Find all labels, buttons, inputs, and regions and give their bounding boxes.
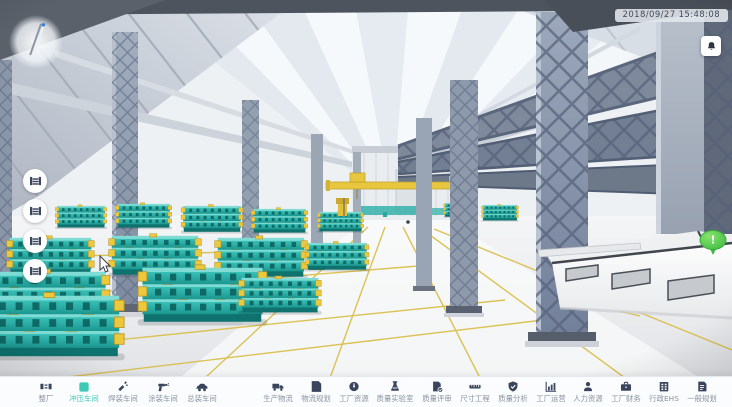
stamping-icon	[77, 380, 91, 393]
module-label: 物流规划	[301, 395, 330, 403]
module-label: 一般规划	[687, 395, 716, 403]
briefcase-icon	[619, 380, 633, 393]
tab-paint-shop[interactable]: 涂装车间	[147, 380, 179, 403]
module-label: 工厂财务	[611, 395, 640, 403]
tab-label: 总装车间	[187, 395, 216, 403]
module-label: 行政EHS	[649, 395, 679, 403]
module-label: 工厂资源	[339, 395, 368, 403]
module-quality-analysis[interactable]: 质量分析	[497, 380, 529, 403]
bottom-toolbar: 整厂 冲压车间 焊装车间 涂装车间 总装车间 生产物流 物流规划	[0, 376, 732, 407]
notification-button[interactable]	[701, 36, 721, 56]
tab-label: 涂装车间	[148, 395, 177, 403]
module-dimensional-engineering[interactable]: 尺寸工程	[459, 380, 491, 403]
gauge-icon	[347, 380, 361, 393]
module-label: 尺寸工程	[460, 395, 489, 403]
module-factory-operations[interactable]: 工厂运营	[535, 380, 567, 403]
welding-icon	[116, 380, 130, 393]
module-label: 生产物流	[263, 395, 292, 403]
tab-assembly-shop[interactable]: 总装车间	[186, 380, 218, 403]
die-view-button-3[interactable]	[23, 229, 47, 253]
module-production-logistics[interactable]: 生产物流	[262, 380, 294, 403]
ruler-icon	[468, 380, 482, 393]
module-general-planning[interactable]: 一般规划	[686, 380, 718, 403]
flask-icon	[388, 380, 402, 393]
die-stack-icon	[29, 266, 42, 277]
die-stack-icon	[29, 206, 42, 217]
bell-icon	[706, 41, 717, 52]
tab-whole-plant[interactable]: 整厂	[32, 380, 60, 403]
module-button-group: 生产物流 物流规划 工厂资源 质量实验室 质量评审 尺寸工程 质量分析 工厂运	[262, 380, 718, 403]
module-admin-ehs[interactable]: 行政EHS	[648, 380, 680, 403]
building-icon	[657, 380, 671, 393]
module-factory-finance[interactable]: 工厂财务	[610, 380, 642, 403]
die-stack-icon	[29, 176, 42, 187]
module-human-resources[interactable]: 人力资源	[572, 380, 604, 403]
document-icon	[695, 380, 709, 393]
module-label: 人力资源	[574, 395, 603, 403]
assembly-icon	[195, 380, 209, 393]
tab-label: 焊装车间	[108, 395, 137, 403]
workshop-tab-group: 整厂 冲压车间 焊装车间 涂装车间 总装车间	[32, 380, 218, 403]
painting-icon	[156, 380, 170, 393]
module-quality-lab[interactable]: 质量实验室	[375, 380, 415, 403]
logistics-plan-icon	[309, 380, 323, 393]
die-view-button-1[interactable]	[23, 169, 47, 193]
scene-3d[interactable]: !	[0, 0, 732, 378]
orientation-gizmo[interactable]	[8, 14, 64, 70]
module-label: 质量评审	[422, 395, 451, 403]
module-factory-resources[interactable]: 工厂资源	[338, 380, 370, 403]
tab-welding-shop[interactable]: 焊装车间	[107, 380, 139, 403]
die-stack-icon	[29, 236, 42, 247]
die-view-button-4[interactable]	[23, 259, 47, 283]
module-label: 工厂运营	[536, 395, 565, 403]
module-label: 质量实验室	[377, 395, 414, 403]
module-quality-review[interactable]: 质量评审	[421, 380, 453, 403]
tab-label: 冲压车间	[69, 395, 98, 403]
datetime-display: 2018/09/27 15:48:08	[615, 9, 728, 22]
viewport-3d[interactable]: !	[0, 0, 732, 407]
module-logistics-planning[interactable]: 物流规划	[300, 380, 332, 403]
truck-icon	[271, 380, 285, 393]
shield-icon	[506, 380, 520, 393]
tab-label: 整厂	[39, 395, 54, 403]
die-view-button-2[interactable]	[23, 199, 47, 223]
tab-stamping-shop[interactable]: 冲压车间	[68, 380, 100, 403]
chart-icon	[544, 380, 558, 393]
review-doc-icon	[430, 380, 444, 393]
person-icon	[581, 380, 595, 393]
vignette	[0, 0, 732, 378]
plant-layout-icon	[39, 380, 53, 393]
orientation-gizmo-icon	[8, 14, 64, 70]
module-label: 质量分析	[498, 395, 527, 403]
